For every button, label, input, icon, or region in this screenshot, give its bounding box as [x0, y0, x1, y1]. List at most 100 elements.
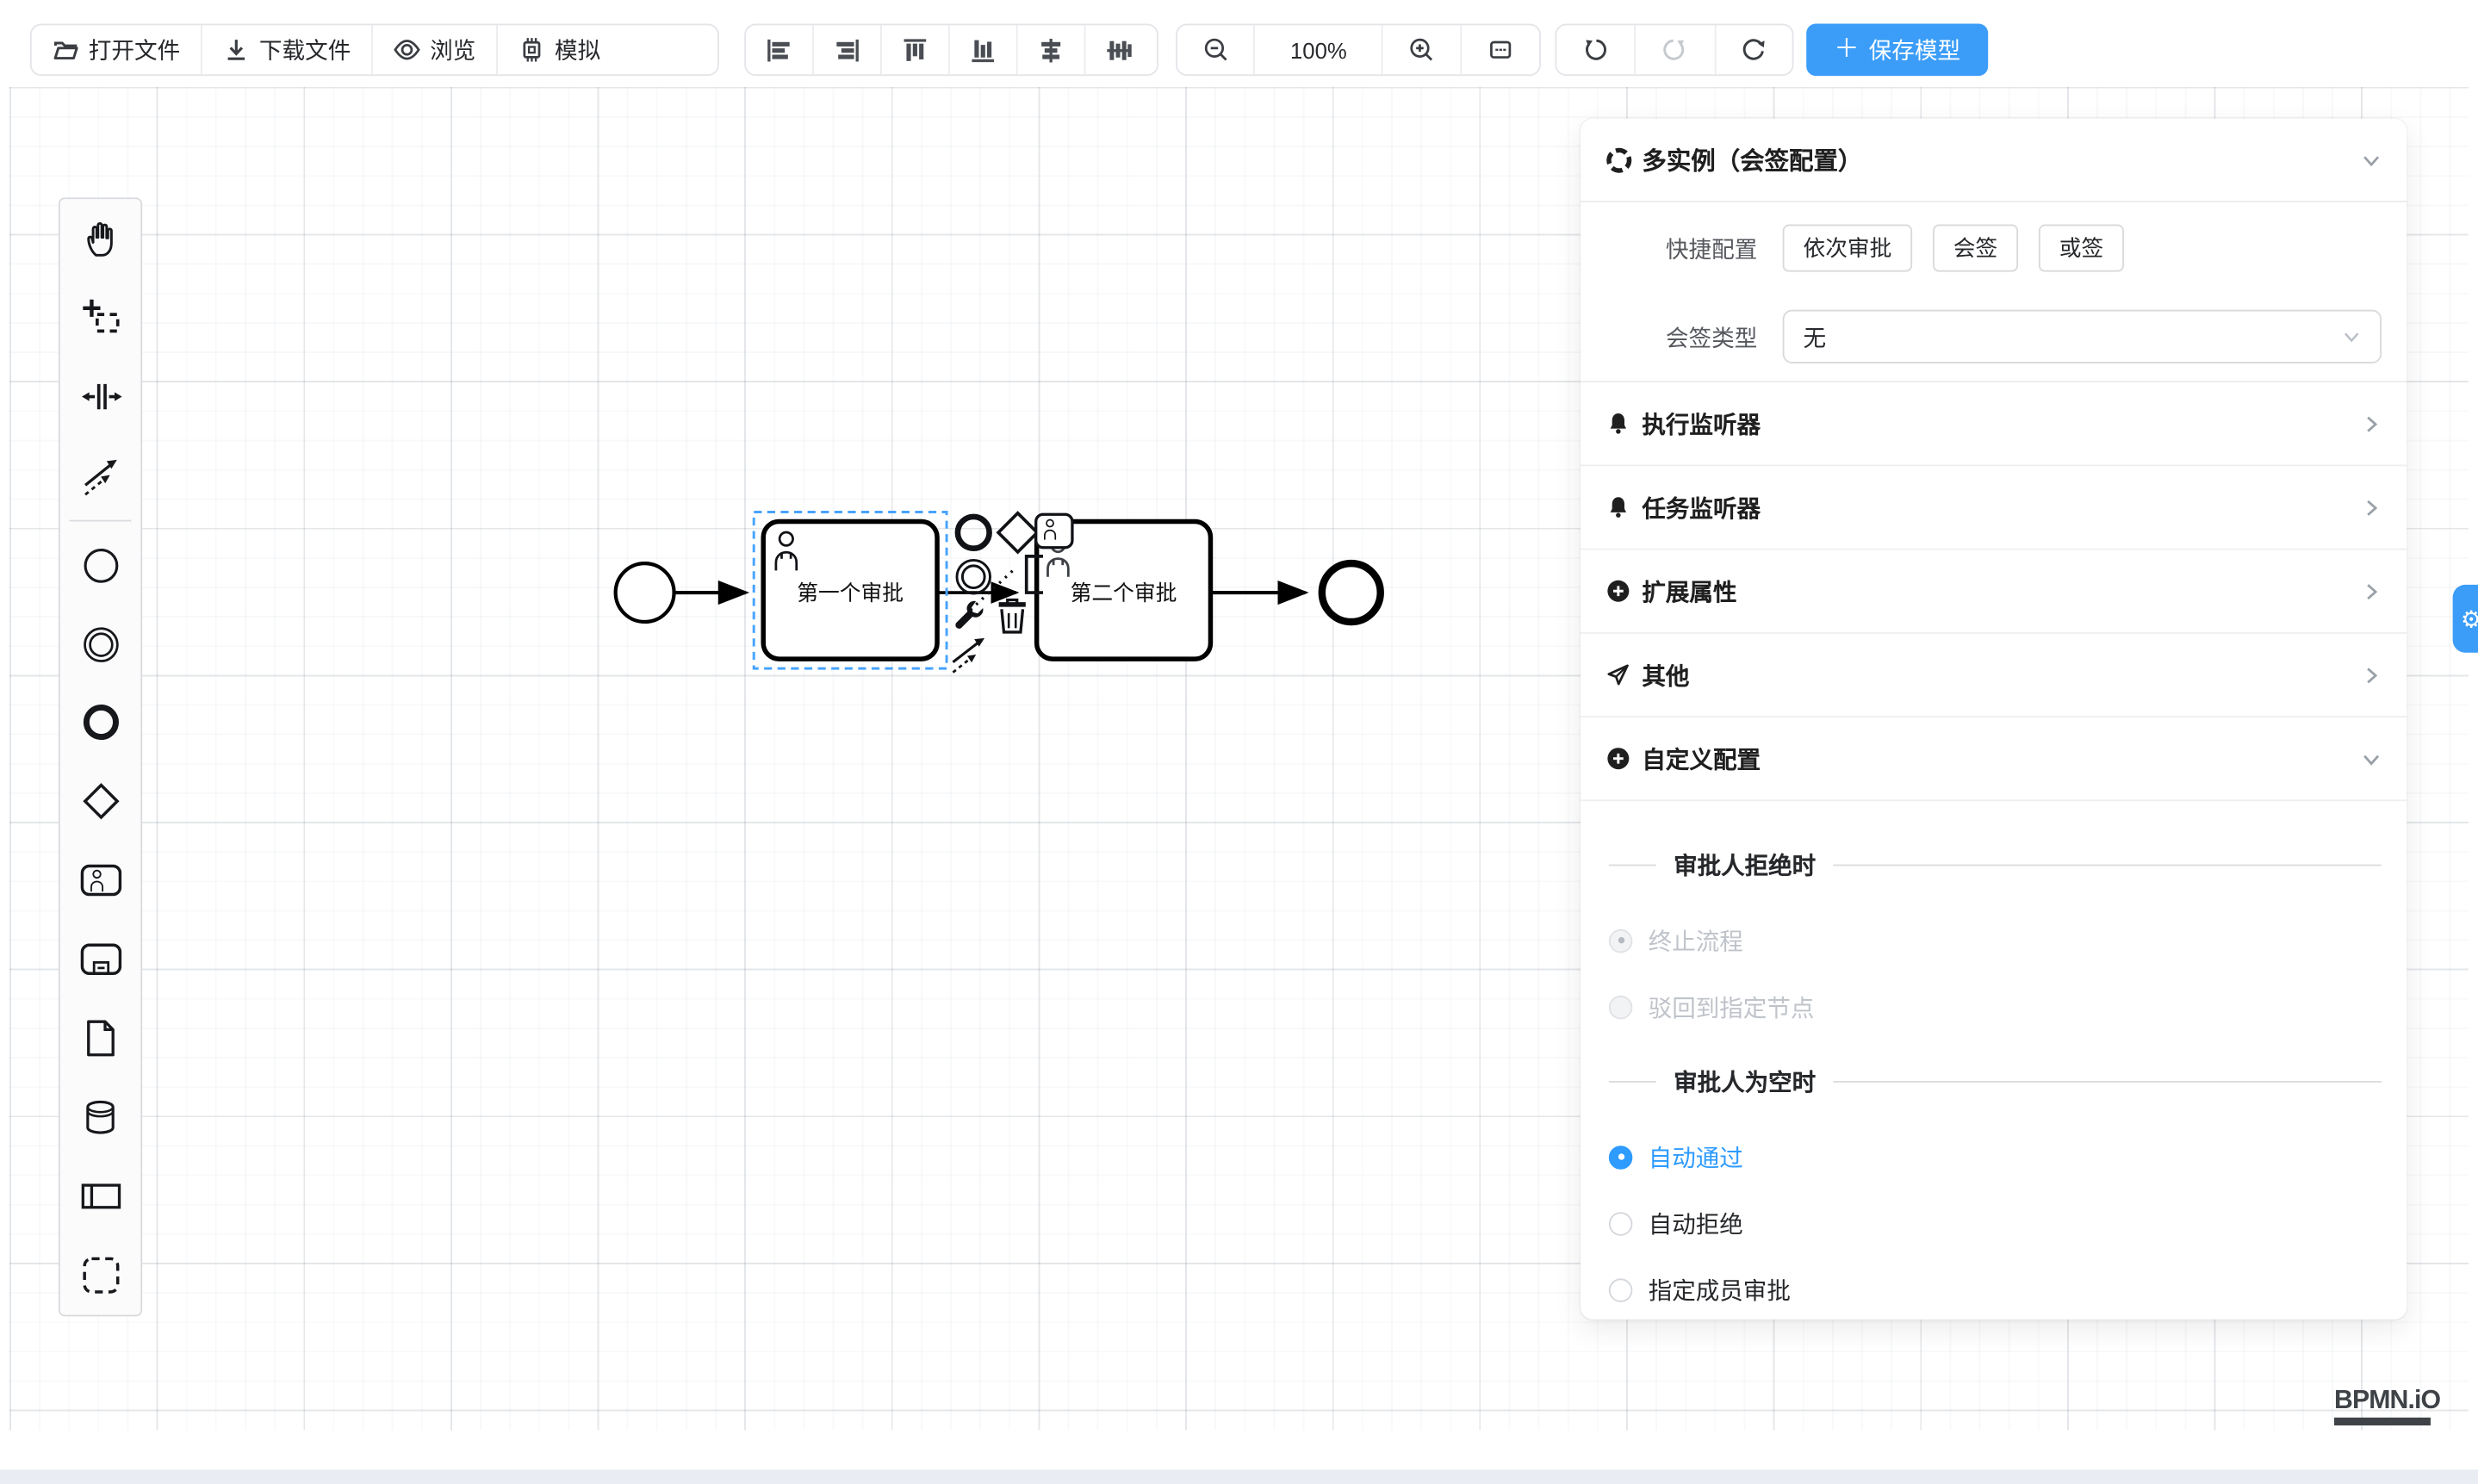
sign-type-select[interactable]: 无	[1783, 310, 2382, 363]
chevron-right-icon	[2361, 497, 2382, 518]
align-center-button[interactable]	[1018, 25, 1086, 74]
history-toolbar-group	[1555, 24, 1793, 77]
create-intermediate-event[interactable]	[60, 605, 141, 684]
section-extended-properties[interactable]: 扩展属性	[1581, 550, 2407, 634]
send-icon	[1605, 662, 1630, 687]
align-bottom-button[interactable]	[950, 25, 1018, 74]
redo-button[interactable]	[1636, 25, 1716, 74]
fit-viewport-button[interactable]	[1462, 25, 1540, 74]
align-right-button[interactable]	[814, 25, 882, 74]
end-event[interactable]	[1322, 563, 1381, 622]
wrench-icon[interactable]	[955, 601, 983, 629]
empty-when-heading: 审批人为空时	[1609, 1065, 2382, 1099]
align-right-icon	[833, 35, 861, 64]
open-file-label: 打开文件	[89, 34, 180, 67]
radio-auto-pass[interactable]: 自动通过	[1609, 1124, 2382, 1190]
start-event[interactable]	[616, 563, 674, 622]
create-data-object[interactable]	[60, 999, 141, 1078]
participant-icon	[80, 1176, 121, 1217]
create-participant[interactable]	[60, 1157, 141, 1236]
create-gateway[interactable]	[60, 762, 141, 841]
append-task-icon[interactable]	[1036, 514, 1072, 548]
reject-when-heading: 审批人拒绝时	[1609, 848, 2382, 882]
reset-button[interactable]	[1716, 25, 1792, 74]
zoom-out-icon	[1202, 36, 1229, 63]
append-end-event-icon[interactable]	[958, 517, 990, 549]
connect-icon[interactable]	[953, 638, 984, 673]
create-group[interactable]	[60, 1236, 141, 1315]
open-file-button[interactable]: 打开文件	[32, 25, 202, 74]
radio-terminate-process[interactable]: 终止流程	[1609, 907, 2382, 973]
panel-header[interactable]: 多实例（会签配置）	[1581, 119, 2407, 202]
simulate-button[interactable]: 模拟	[498, 25, 621, 74]
bpmn-io-logo[interactable]: BPMN.iO	[2334, 1386, 2440, 1425]
space-tool[interactable]	[60, 357, 141, 436]
multi-instance-config: 快捷配置 依次审批 会签 或签 会签类型 无	[1581, 202, 2407, 382]
quick-config-orsign-button[interactable]: 或签	[2039, 225, 2124, 272]
trash-icon[interactable]	[999, 599, 1026, 631]
zoom-level[interactable]: 100%	[1256, 25, 1383, 74]
create-user-task[interactable]	[60, 841, 141, 921]
group-icon	[80, 1255, 121, 1296]
preview-label: 浏览	[430, 34, 475, 67]
chevron-down-icon[interactable]	[2361, 149, 2382, 170]
undo-button[interactable]	[1556, 25, 1636, 74]
align-center-icon	[1037, 35, 1065, 64]
palette-separator	[70, 519, 132, 521]
space-tool-icon	[80, 376, 121, 417]
radio-icon	[1609, 995, 1633, 1019]
radio-icon	[1609, 1145, 1633, 1169]
create-subprocess[interactable]	[60, 920, 141, 999]
hand-tool[interactable]	[60, 199, 141, 278]
align-left-button[interactable]	[746, 25, 814, 74]
download-file-button[interactable]: 下载文件	[202, 25, 373, 74]
quick-config-row: 快捷配置 依次审批 会签 或签	[1605, 225, 2382, 272]
radio-assign-member[interactable]: 指定成员审批	[1609, 1257, 2382, 1319]
section-execution-listener[interactable]: 执行监听器	[1581, 382, 2407, 466]
save-model-button[interactable]: ＋ 保存模型	[1806, 24, 1988, 77]
radio-return-to-node[interactable]: 驳回到指定节点	[1609, 973, 2382, 1040]
zoom-toolbar-group: 100%	[1176, 24, 1541, 77]
align-top-button[interactable]	[882, 25, 950, 74]
zoom-in-icon	[1408, 36, 1435, 63]
logo-text: BPMN.iO	[2334, 1386, 2440, 1416]
undo-icon	[1582, 36, 1609, 63]
section-custom-config[interactable]: 自定义配置	[1581, 717, 2407, 801]
bpmn-diagram: 第一个审批 第二个审批	[600, 474, 1422, 727]
align-middle-icon	[1105, 35, 1133, 64]
zoom-in-button[interactable]	[1383, 25, 1462, 74]
align-middle-button[interactable]	[1086, 25, 1152, 74]
fit-viewport-icon	[1487, 36, 1513, 63]
global-connect-icon	[80, 455, 121, 496]
sign-type-row: 会签类型 无	[1605, 310, 2382, 363]
quick-config-sequential-button[interactable]: 依次审批	[1783, 225, 1912, 272]
quick-config-countersign-button[interactable]: 会签	[1933, 225, 2018, 272]
global-connect-tool[interactable]	[60, 436, 141, 515]
create-end-event[interactable]	[60, 684, 141, 763]
logo-underline	[2334, 1418, 2431, 1425]
radio-auto-reject[interactable]: 自动拒绝	[1609, 1190, 2382, 1257]
settings-tab[interactable]: ⚙	[2453, 585, 2478, 653]
divider	[1609, 1081, 1656, 1083]
download-icon	[223, 36, 250, 63]
quick-config-label: 快捷配置	[1605, 232, 1757, 265]
task-label: 第一个审批	[797, 581, 904, 605]
sign-type-label: 会签类型	[1605, 320, 1757, 354]
task-first-approval[interactable]: 第一个审批	[763, 521, 937, 659]
bell-icon	[1605, 411, 1630, 436]
section-other[interactable]: 其他	[1581, 634, 2407, 717]
section-task-listener[interactable]: 任务监听器	[1581, 466, 2407, 550]
create-data-store[interactable]	[60, 1078, 141, 1158]
append-gateway-icon[interactable]	[998, 513, 1037, 552]
align-left-icon	[765, 35, 793, 64]
preview-button[interactable]: 浏览	[373, 25, 498, 74]
lasso-tool[interactable]	[60, 278, 141, 357]
chevron-down-icon	[2342, 327, 2361, 346]
create-start-event[interactable]	[60, 525, 141, 605]
panel-title: 多实例（会签配置）	[1642, 142, 1862, 177]
end-event-icon	[80, 703, 121, 744]
zoom-level-value: 100%	[1290, 37, 1347, 62]
zoom-out-button[interactable]	[1177, 25, 1256, 74]
radio-icon	[1609, 1211, 1633, 1235]
plus-icon: ＋	[1834, 37, 1859, 62]
